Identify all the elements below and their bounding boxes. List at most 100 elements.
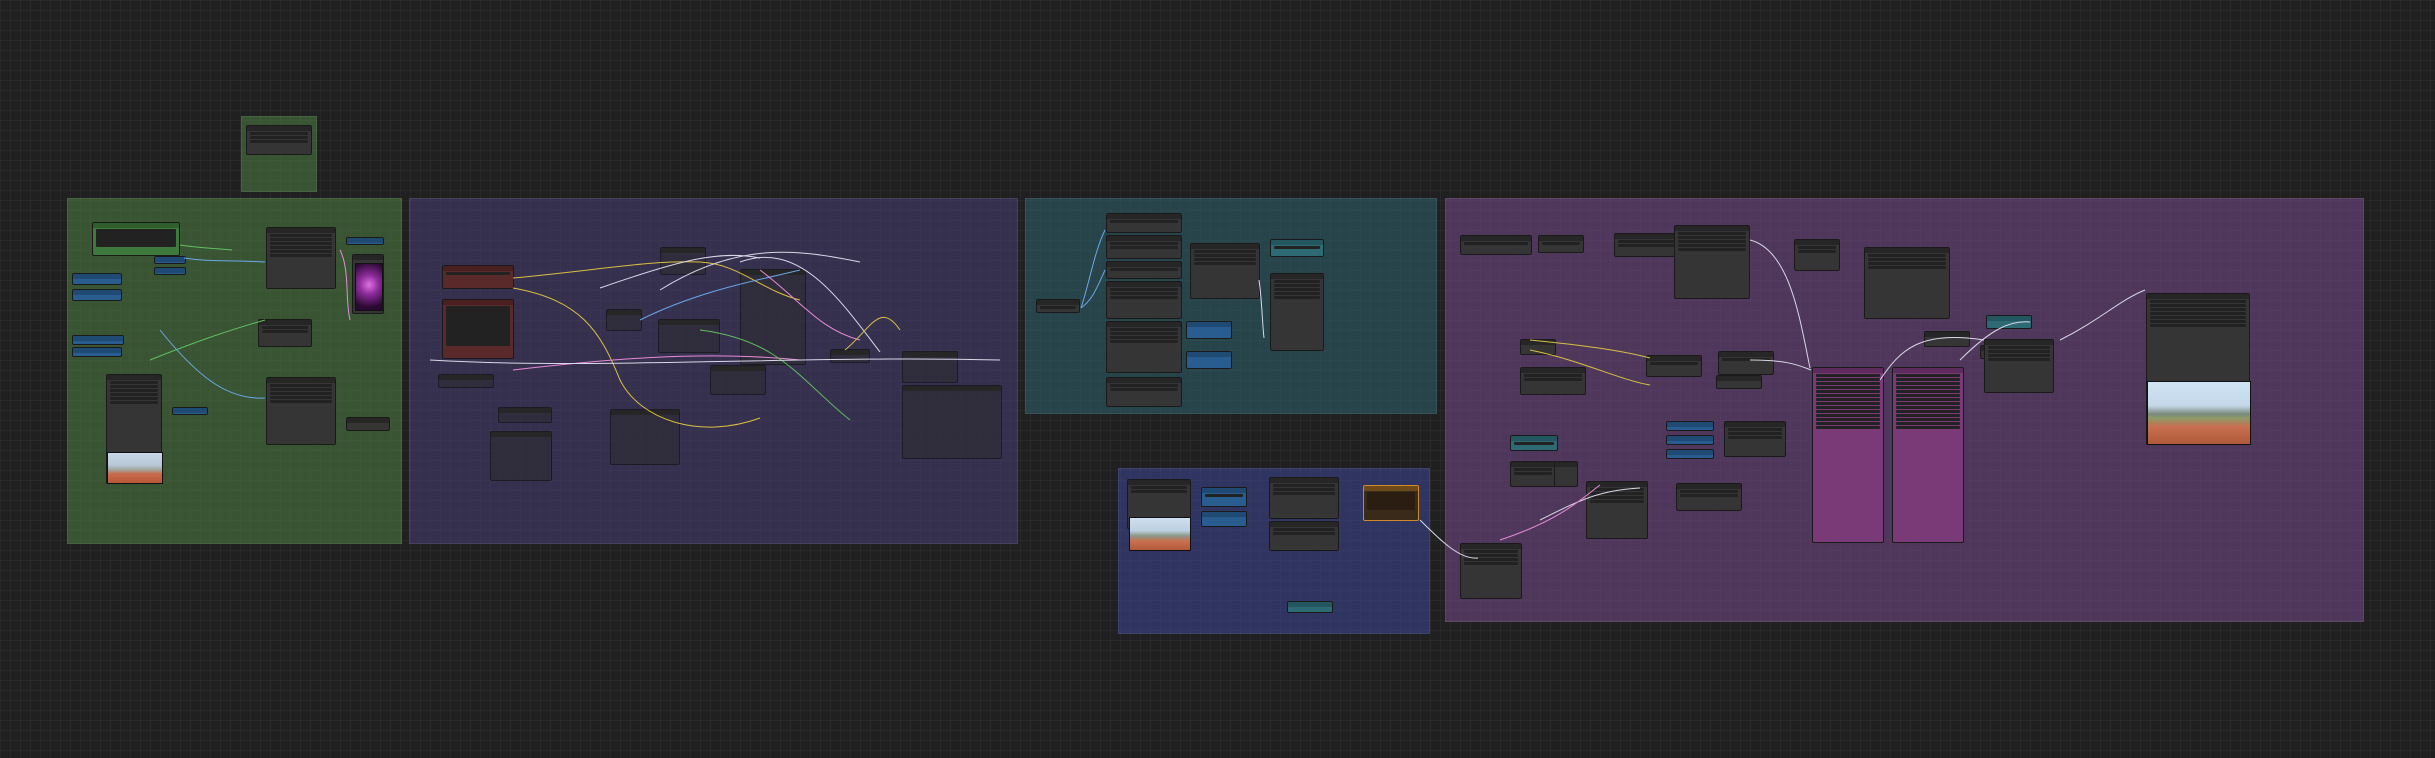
group-floating-settings[interactable] bbox=[241, 116, 317, 192]
widget-row[interactable] bbox=[1205, 494, 1243, 497]
widget-row[interactable] bbox=[1816, 410, 1880, 413]
widget-row[interactable] bbox=[1798, 250, 1836, 253]
widget-row[interactable] bbox=[1274, 292, 1320, 295]
node-apply-controlnet[interactable] bbox=[1270, 273, 1324, 351]
node-image-source[interactable] bbox=[1036, 299, 1080, 313]
node-reroute-b[interactable] bbox=[154, 267, 186, 275]
node-conditioning[interactable] bbox=[438, 374, 494, 388]
node-input-c[interactable] bbox=[72, 335, 124, 345]
widget-row[interactable] bbox=[1896, 378, 1960, 381]
widget-row[interactable] bbox=[1514, 472, 1552, 475]
group-load-models[interactable] bbox=[67, 198, 402, 544]
widget-row[interactable] bbox=[2150, 304, 2246, 307]
node-controlnet-loader[interactable] bbox=[1190, 243, 1260, 299]
widget-row[interactable] bbox=[1590, 500, 1644, 503]
widget-row[interactable] bbox=[270, 250, 332, 253]
widget-row[interactable] bbox=[2150, 308, 2246, 311]
widget-row[interactable] bbox=[270, 238, 332, 241]
node-reroute-d[interactable] bbox=[172, 407, 208, 415]
widget-row[interactable] bbox=[1274, 246, 1320, 249]
widget-row[interactable] bbox=[1194, 258, 1256, 261]
widget-row[interactable] bbox=[1816, 386, 1880, 389]
widget-row[interactable] bbox=[1896, 418, 1960, 421]
widget-row[interactable] bbox=[1590, 492, 1644, 495]
widget-row[interactable] bbox=[1798, 246, 1836, 249]
node-output[interactable] bbox=[346, 417, 390, 431]
widget-row[interactable] bbox=[1868, 266, 1946, 269]
widget-row[interactable] bbox=[1816, 422, 1880, 425]
widget-row[interactable] bbox=[1678, 240, 1746, 243]
node-preprocessor-a[interactable] bbox=[1106, 213, 1182, 233]
node-lora-loader[interactable] bbox=[606, 309, 642, 331]
widget-row[interactable] bbox=[1896, 398, 1960, 401]
widget-row[interactable] bbox=[1896, 374, 1960, 377]
widget-row[interactable] bbox=[1896, 414, 1960, 417]
node-bbox-provider[interactable] bbox=[1794, 239, 1840, 271]
node-positive-prompt[interactable] bbox=[442, 299, 514, 359]
widget-row[interactable] bbox=[1542, 242, 1580, 245]
widget-row[interactable] bbox=[110, 397, 158, 400]
widget-row[interactable] bbox=[1464, 554, 1518, 557]
widget-row[interactable] bbox=[1816, 394, 1880, 397]
node-seed[interactable] bbox=[1510, 435, 1558, 451]
node-frame-a[interactable] bbox=[1201, 487, 1247, 507]
widget-row[interactable] bbox=[2150, 324, 2246, 327]
node-latent-upscale[interactable] bbox=[710, 365, 766, 395]
widget-row[interactable] bbox=[1678, 248, 1746, 251]
node-param-a[interactable] bbox=[1666, 421, 1714, 431]
node-cond-area[interactable] bbox=[1716, 375, 1762, 389]
widget-row[interactable] bbox=[1110, 288, 1178, 291]
widget-row[interactable] bbox=[270, 234, 332, 237]
widget-row[interactable] bbox=[1988, 346, 2050, 349]
widget-row[interactable] bbox=[2150, 320, 2246, 323]
widget-row[interactable] bbox=[1464, 562, 1518, 565]
widget-row[interactable] bbox=[1678, 232, 1746, 235]
node-vae[interactable] bbox=[258, 319, 312, 347]
node-note[interactable] bbox=[1363, 485, 1419, 521]
group-face-detailer[interactable] bbox=[1445, 198, 2364, 622]
node-reroute-a[interactable] bbox=[154, 256, 186, 264]
widget-row[interactable] bbox=[1464, 550, 1518, 553]
widget-row[interactable] bbox=[110, 385, 158, 388]
widget-row[interactable] bbox=[1274, 280, 1320, 283]
widget-row[interactable] bbox=[1650, 362, 1698, 365]
node-settings[interactable] bbox=[246, 125, 312, 155]
group-video-frames[interactable] bbox=[1118, 468, 1430, 634]
node-sam-loader[interactable] bbox=[1674, 225, 1750, 299]
widget-row[interactable] bbox=[270, 392, 332, 395]
node-model-sampling[interactable] bbox=[740, 269, 806, 365]
widget-row[interactable] bbox=[1680, 490, 1738, 493]
node-upscale-model[interactable] bbox=[1460, 235, 1532, 255]
node-upscale-by[interactable] bbox=[1538, 235, 1584, 253]
widget-row[interactable] bbox=[1273, 492, 1335, 495]
widget-row[interactable] bbox=[1590, 496, 1644, 499]
widget-row[interactable] bbox=[1110, 336, 1178, 339]
node-input-image[interactable] bbox=[1460, 543, 1522, 599]
widget-row[interactable] bbox=[262, 330, 308, 333]
node-face-detailer-b[interactable] bbox=[1892, 367, 1964, 543]
node-sampler-advanced[interactable] bbox=[610, 409, 680, 465]
node-empty-latent[interactable] bbox=[490, 431, 552, 481]
node-graph-canvas[interactable] bbox=[0, 0, 2435, 758]
widget-row[interactable] bbox=[1816, 378, 1880, 381]
node-preprocessor-c[interactable] bbox=[1106, 261, 1182, 279]
widget-row[interactable] bbox=[1618, 244, 1682, 247]
widget-row[interactable] bbox=[110, 389, 158, 392]
node-param-combine[interactable] bbox=[1724, 421, 1786, 457]
widget-row[interactable] bbox=[270, 400, 332, 403]
widget-row[interactable] bbox=[1816, 418, 1880, 421]
node-negative-prompt[interactable] bbox=[442, 265, 514, 289]
node-image-preview[interactable] bbox=[902, 385, 1002, 459]
node-input-b[interactable] bbox=[72, 289, 122, 301]
widget-row[interactable] bbox=[2150, 316, 2246, 319]
widget-row[interactable] bbox=[1194, 250, 1256, 253]
text-area[interactable] bbox=[446, 272, 510, 275]
widget-row[interactable] bbox=[1514, 442, 1554, 445]
widget-row[interactable] bbox=[1988, 358, 2050, 361]
node-segm-detector[interactable] bbox=[1864, 247, 1950, 319]
widget-row[interactable] bbox=[270, 396, 332, 399]
widget-row[interactable] bbox=[1194, 254, 1256, 257]
widget-row[interactable] bbox=[262, 326, 308, 329]
node-cond-set[interactable] bbox=[1718, 351, 1774, 375]
widget-row[interactable] bbox=[1728, 428, 1782, 431]
